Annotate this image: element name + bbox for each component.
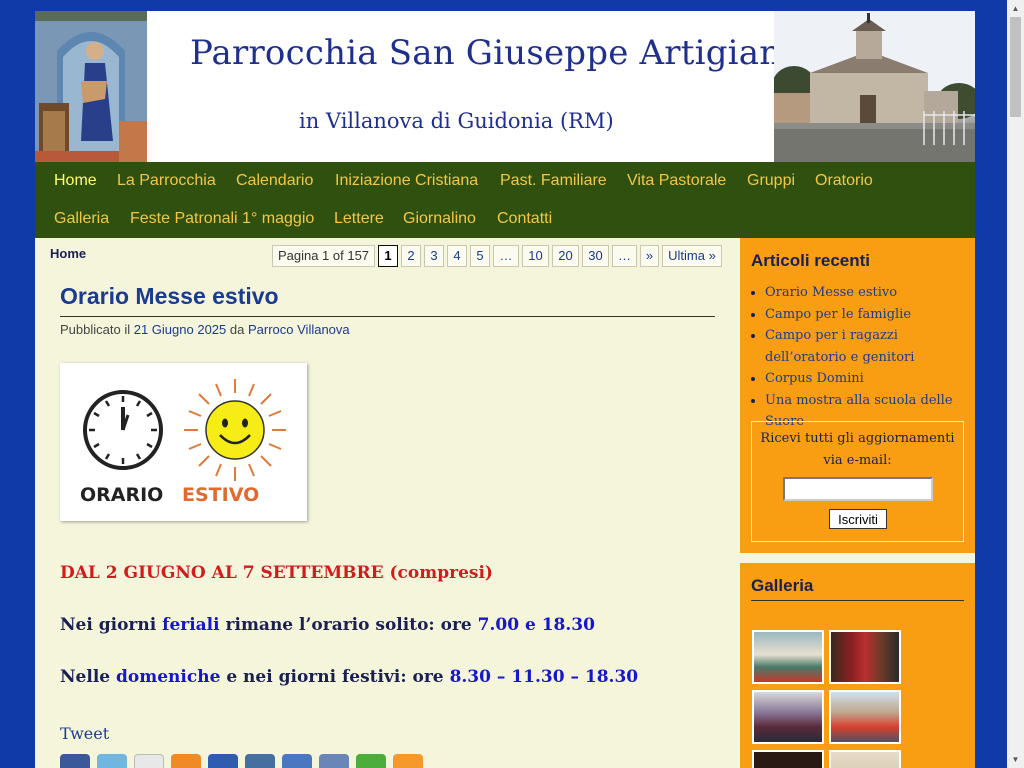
nav-item-giornalino[interactable]: Giornalino: [403, 210, 476, 228]
pagination-last[interactable]: Ultima »: [662, 245, 722, 267]
nav-item-contatti[interactable]: Contatti: [497, 210, 552, 228]
rss-icon[interactable]: [393, 754, 423, 768]
text-segment-times: 7.00 e 18.30: [477, 615, 595, 635]
header-church-photo: [774, 11, 975, 162]
post-feriali-line: Nei giorni feriali rimane l’orario solit…: [60, 615, 595, 635]
pagination-link[interactable]: 2: [401, 245, 421, 267]
post-title[interactable]: Orario Messe estivo: [60, 283, 715, 317]
subscribe-button[interactable]: Iscriviti: [829, 509, 887, 529]
facebook-icon[interactable]: [60, 754, 90, 768]
scrollbar[interactable]: ▲ ▼: [1007, 0, 1024, 768]
nav-item-home[interactable]: Home: [54, 172, 97, 190]
pagination-next[interactable]: »: [640, 245, 659, 267]
subscribe-box: Ricevi tutti gli aggiornamenti via e-mai…: [751, 421, 964, 542]
evernote-icon[interactable]: [356, 754, 386, 768]
pagination-ellipsis: …: [612, 245, 637, 267]
scroll-down-icon[interactable]: ▼: [1007, 751, 1024, 768]
myspace-icon[interactable]: [319, 754, 349, 768]
email-field[interactable]: [783, 477, 933, 501]
gallery-thumbnail[interactable]: [752, 750, 824, 768]
gallery-widget: Galleria: [740, 563, 975, 768]
tweet-link[interactable]: Tweet: [60, 724, 109, 743]
text-segment: Nelle: [60, 667, 111, 687]
pagination-link[interactable]: 5: [470, 245, 490, 267]
post-meta: Pubblicato il 21 Giugno 2025 da Parroco …: [60, 322, 350, 337]
text-segment-highlight: domeniche: [116, 667, 221, 687]
nav-item-calendario[interactable]: Calendario: [236, 172, 313, 190]
pagination-link[interactable]: 4: [447, 245, 467, 267]
breadcrumb[interactable]: Home: [50, 246, 86, 261]
site-header: Parrocchia San Giuseppe Artigiano in Vil…: [35, 11, 975, 162]
text-segment: rimane l’orario solito: ore: [225, 615, 472, 635]
orario-estivo-image[interactable]: ORARIO ESTIVO: [60, 363, 307, 521]
nav-item-vita-pastorale[interactable]: Vita Pastorale: [627, 172, 726, 190]
nav-item-lettere[interactable]: Lettere: [334, 210, 384, 228]
pagination-link[interactable]: 30: [582, 245, 609, 267]
header-mosaic-image: [35, 11, 147, 162]
nav-item-gruppi[interactable]: Gruppi: [747, 172, 795, 190]
text-segment: Nei giorni: [60, 615, 157, 635]
recent-post-link[interactable]: Orario Messe estivo: [765, 285, 897, 300]
pagination-link[interactable]: 20: [552, 245, 579, 267]
widget-title: Articoli recenti: [751, 251, 871, 270]
list-item: Corpus Domini: [765, 368, 966, 390]
blogger-icon[interactable]: [171, 754, 201, 768]
text-segment-times: 8.30 – 11.30 – 18.30: [449, 667, 639, 687]
recent-posts-widget: Articoli recenti Orario Messe estivo Cam…: [740, 238, 975, 553]
delicious-icon[interactable]: [208, 754, 238, 768]
scrollbar-thumb[interactable]: [1010, 17, 1021, 117]
subscribe-label: Ricevi tutti gli aggiornamenti via e-mai…: [760, 431, 955, 468]
list-item: Campo per le famiglie: [765, 304, 966, 326]
list-item: Campo per i ragazzi dell’oratorio e geni…: [765, 325, 966, 368]
google-icon[interactable]: [282, 754, 312, 768]
pagination-info: Pagina 1 of 157: [272, 245, 375, 267]
post-festivi-line: Nelle domeniche e nei giorni festivi: or…: [60, 667, 638, 687]
main-nav: Home La Parrocchia Calendario Iniziazion…: [35, 162, 975, 238]
nav-item-feste-patronali[interactable]: Feste Patronali 1° maggio: [130, 210, 314, 228]
sidebar: Articoli recenti Orario Messe estivo Cam…: [740, 238, 975, 768]
post-dates-line: DAL 2 GIUGNO AL 7 SETTEMBRE (compresi): [60, 563, 493, 583]
gallery-thumbnail[interactable]: [829, 690, 901, 744]
pagination-link[interactable]: 10: [522, 245, 549, 267]
nav-item-pastorale-familiare[interactable]: Past. Familiare: [500, 172, 607, 190]
pagination-ellipsis: …: [493, 245, 519, 267]
site-title: Parrocchia San Giuseppe Artigiano: [190, 33, 802, 73]
post-date-link[interactable]: 21 Giugno 2025: [134, 322, 227, 337]
nav-item-galleria[interactable]: Galleria: [54, 210, 109, 228]
nav-item-oratorio[interactable]: Oratorio: [815, 172, 873, 190]
twitter-icon[interactable]: [97, 754, 127, 768]
gallery-thumbnail[interactable]: [752, 630, 824, 684]
list-item: Orario Messe estivo: [765, 282, 966, 304]
pagination-current: 1: [378, 245, 398, 267]
main-content: Home Pagina 1 of 157 1 2 3 4 5 … 10 20 3…: [35, 238, 740, 768]
pagination-link[interactable]: 3: [424, 245, 444, 267]
image-text-estivo: ESTIVO: [182, 484, 259, 506]
image-text-orario: ORARIO: [80, 484, 163, 506]
email-icon[interactable]: [134, 754, 164, 768]
digg-icon[interactable]: [245, 754, 275, 768]
scroll-up-icon[interactable]: ▲: [1007, 0, 1024, 17]
recent-post-link[interactable]: Campo per le famiglie: [765, 307, 911, 322]
text-segment: e nei giorni festivi: ore: [226, 667, 444, 687]
recent-post-link[interactable]: Campo per i ragazzi dell’oratorio e geni…: [765, 328, 914, 365]
nav-item-iniziazione-cristiana[interactable]: Iniziazione Cristiana: [335, 172, 478, 190]
widget-title: Galleria: [751, 576, 964, 601]
meta-by-label: da: [229, 322, 245, 337]
meta-published-label: Pubblicato il: [60, 322, 131, 337]
page: Parrocchia San Giuseppe Artigiano in Vil…: [35, 11, 975, 768]
gallery-thumbnail[interactable]: [829, 750, 901, 768]
text-segment-highlight: feriali: [162, 615, 220, 635]
clock-icon: [83, 390, 163, 470]
recent-post-link[interactable]: Corpus Domini: [765, 371, 864, 386]
gallery-thumbnail[interactable]: [829, 630, 901, 684]
recent-posts-list: Orario Messe estivo Campo per le famigli…: [751, 282, 966, 433]
nav-item-la-parrocchia[interactable]: La Parrocchia: [117, 172, 216, 190]
site-subtitle: in Villanova di Guidonia (RM): [299, 109, 614, 133]
gallery-thumbnail[interactable]: [752, 690, 824, 744]
post-author-link[interactable]: Parroco Villanova: [248, 322, 350, 337]
